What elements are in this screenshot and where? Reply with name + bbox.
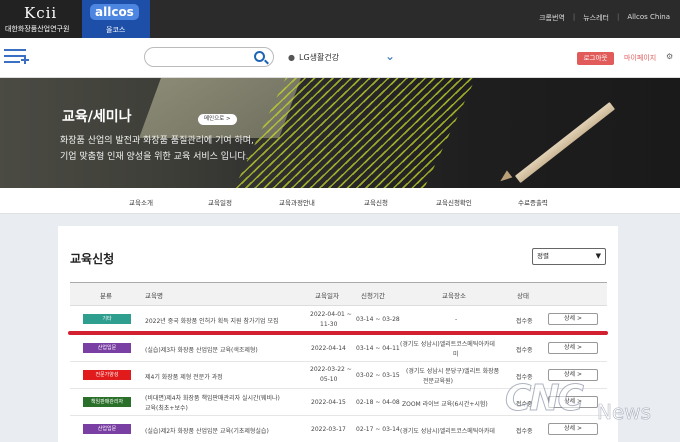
chevron-down-icon: ▼ xyxy=(595,252,601,260)
allcos-subtitle: 올코스 xyxy=(106,26,126,34)
tab-course-guide[interactable]: 교육과정안내 xyxy=(279,197,315,207)
banner-description-2: 기업 맞춤형 인재 양성을 위한 교육 서비스 입니다. xyxy=(60,152,249,162)
course-place: ZOOM 라이브 교육(6시간+시험) xyxy=(402,401,488,408)
mypage-link[interactable]: 마이페이지 xyxy=(624,53,656,63)
col-status: 상태 xyxy=(517,292,529,300)
table-row: 산업입문 (실습)제2차 화장품 산업입문 교육(기초제형실습) 2022-03… xyxy=(70,416,607,442)
course-place: (경기도 성남시)엘리트코스메틱아카데 xyxy=(400,428,495,435)
home-button[interactable]: 메인으로 > xyxy=(198,114,237,125)
detail-button[interactable]: 상세 > xyxy=(548,423,598,435)
detail-button[interactable]: 상세 > xyxy=(548,342,598,354)
allcos-logo[interactable]: allcos 올코스 xyxy=(82,0,150,38)
col-category: 분류 xyxy=(100,292,112,300)
tab-apply-check[interactable]: 교육신청확인 xyxy=(436,197,472,207)
kcii-logo[interactable]: Kcii 대한화장품산업연구원 xyxy=(0,0,82,38)
section-title: 교육신청 xyxy=(70,252,115,266)
course-place: (경기도 성남시)엘리트코스메틱아카데 xyxy=(400,341,495,348)
course-date-end: 05-10 xyxy=(320,376,338,383)
course-name[interactable]: (실습)제3차 화장품 산업입문 교육(색조제형) xyxy=(145,345,258,354)
banner-pencil-tip xyxy=(498,170,513,184)
sub-nav-tabs: 교육소개 교육일정 교육과정안내 교육신청 교육신청확인 수료증출력 xyxy=(0,188,680,214)
top-links: 크롬번역 | 뉴스레터 | Allcos China xyxy=(539,13,670,23)
institute-name: 대한화장품산업연구원 xyxy=(5,25,70,33)
tab-certificate[interactable]: 수료증출력 xyxy=(518,197,548,207)
company-selector[interactable]: LG생활건강 xyxy=(299,52,339,63)
table-row: 산업입문 (실습)제3차 화장품 산업입문 교육(색조제형) 2022-04-1… xyxy=(70,335,607,362)
course-status: 접수중 xyxy=(516,347,533,354)
category-badge: 전문가양성 xyxy=(83,370,131,380)
tab-edu-schedule[interactable]: 교육일정 xyxy=(208,197,232,207)
search-input[interactable] xyxy=(144,47,274,67)
news-watermark: News xyxy=(597,400,652,425)
col-period: 신청기간 xyxy=(361,292,385,300)
search-icon[interactable] xyxy=(254,51,265,62)
category-badge: 책임판매관리자 xyxy=(83,397,131,407)
course-date: 2022-03-17 xyxy=(311,426,346,433)
link-newsletter[interactable]: 뉴스레터 xyxy=(583,13,609,23)
apply-period: 03-14 ~ 04-11 xyxy=(356,345,400,352)
hero-banner: 교육/세미나 메인으로 > 화장품 산업의 발전과 화장품 품질관리에 기여 하… xyxy=(0,78,680,188)
category-badge: 기타 xyxy=(83,314,131,324)
course-name[interactable]: (비대면)제4차 화장품 책임판매관리자 실시간(웨비나) xyxy=(145,393,280,402)
course-date: 2022-03-22 ~ xyxy=(310,366,352,373)
col-name: 교육명 xyxy=(145,292,163,300)
course-status: 접수중 xyxy=(516,428,533,435)
allcos-logo-mark: allcos xyxy=(90,4,139,20)
apply-period: 02-17 ~ 03-14 xyxy=(356,426,400,433)
logout-button[interactable]: 로그아웃 xyxy=(577,52,614,65)
course-date-end: 11-30 xyxy=(320,321,338,328)
apply-period: 03-14 ~ 03-28 xyxy=(356,316,400,323)
course-place-2: 전문교육원) xyxy=(423,378,453,385)
top-bar: Kcii 대한화장품산업연구원 allcos 올코스 크롬번역 | 뉴스레터 |… xyxy=(0,0,680,38)
hamburger-menu-icon[interactable] xyxy=(4,47,30,67)
apply-period: 03-02 ~ 03-15 xyxy=(356,372,400,379)
category-badge: 산업입문 xyxy=(83,424,131,434)
course-name-2[interactable]: 교육(최초+보수) xyxy=(145,403,188,412)
apply-period: 02-18 ~ 04-08 xyxy=(356,399,400,406)
divider: | xyxy=(572,13,576,21)
banner-description-1: 화장품 산업의 발전과 화장품 품질관리에 기여 하며, xyxy=(60,136,254,146)
course-date: 2022-04-15 xyxy=(311,399,346,406)
course-name[interactable]: 2022년 중국 화장품 인허가 획득 지원 참가기업 모집 xyxy=(145,316,279,325)
sort-dropdown[interactable]: 정렬 ▼ xyxy=(532,248,606,265)
course-name[interactable]: 제4기 화장품 제형 전문가 과정 xyxy=(145,372,223,381)
detail-button[interactable]: 상세 > xyxy=(548,313,598,325)
sort-value: 정렬 xyxy=(537,252,549,260)
category-badge: 산업입문 xyxy=(83,343,131,353)
kcii-logo-mark: Kcii xyxy=(24,4,58,22)
course-name[interactable]: (실습)제2차 화장품 산업입문 교육(기초제형실습) xyxy=(145,426,269,435)
course-status: 접수중 xyxy=(516,318,533,325)
divider: | xyxy=(616,13,620,21)
chevron-down-icon[interactable]: ⌄ xyxy=(385,49,395,63)
course-place: (경기도 성남시 분당구)엘리트 화장품 xyxy=(406,368,500,375)
gear-icon[interactable]: ⚙ xyxy=(666,52,673,61)
course-place-2: 미 xyxy=(453,351,459,358)
location-pin-icon: ● xyxy=(288,53,295,62)
table-header: 분류 교육명 교육일자 신청기간 교육장소 상태 xyxy=(70,282,607,306)
tab-edu-intro[interactable]: 교육소개 xyxy=(129,197,153,207)
tab-edu-apply[interactable]: 교육신청 xyxy=(364,197,388,207)
page-title: 교육/세미나 xyxy=(62,109,132,125)
cnc-watermark: CNC xyxy=(505,378,585,420)
link-translate[interactable]: 크롬번역 xyxy=(539,13,565,23)
col-place: 교육장소 xyxy=(442,292,466,300)
link-allcos-china[interactable]: Allcos China xyxy=(627,13,670,23)
col-date: 교육일자 xyxy=(315,292,339,300)
table-row: 기타 2022년 중국 화장품 인허가 획득 지원 참가기업 모집 2022-0… xyxy=(70,306,607,333)
course-date: 2022-04-14 xyxy=(311,345,346,352)
course-date: 2022-04-01 ~ xyxy=(310,311,352,318)
banner-pencil-decor xyxy=(514,102,616,183)
course-place: - xyxy=(455,316,458,323)
